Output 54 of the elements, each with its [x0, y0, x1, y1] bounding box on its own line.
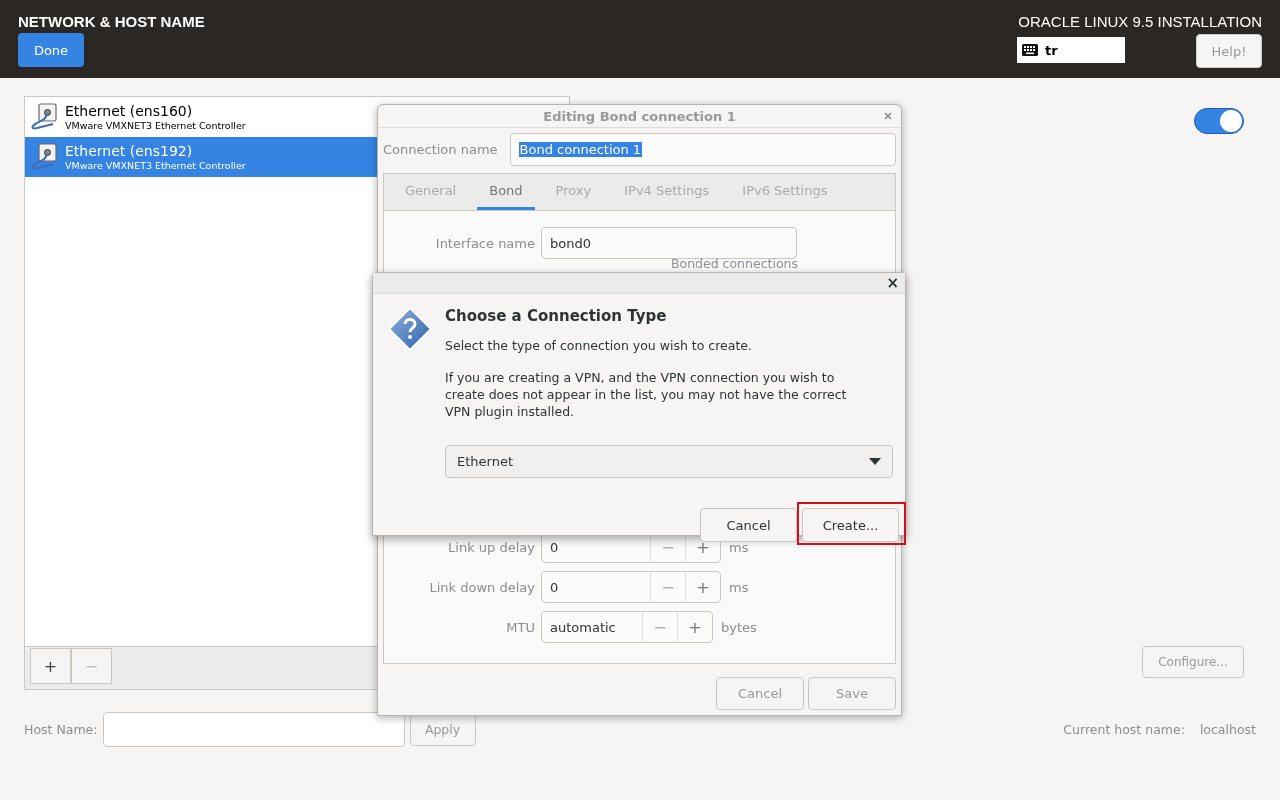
increment-button[interactable]: +: [677, 612, 712, 642]
page-title: NETWORK & HOST NAME: [18, 13, 205, 30]
keyboard-layout-field[interactable]: tr: [1017, 37, 1125, 63]
done-button[interactable]: Done: [18, 33, 84, 67]
unit-label: bytes: [721, 619, 757, 635]
device-description: VMware VMXNET3 Ethernet Controller: [65, 120, 246, 131]
keyboard-icon: [1022, 44, 1038, 56]
dialog-note: If you are creating a VPN, and the VPN connection you wish to create does not appear in the list, you may not have the correct VPN plugin installed.: [445, 369, 848, 420]
dialog-button[interactable]: Cancel: [700, 508, 797, 542]
connection-name-field[interactable]: Bond connection 1: [509, 133, 896, 166]
help-button[interactable]: Help!: [1196, 34, 1262, 68]
connection-type-dropdown[interactable]: Ethernet: [445, 445, 893, 478]
network-cable-icon: [29, 142, 59, 172]
tab[interactable]: IPv4 Settings: [612, 174, 722, 210]
device-name: Ethernet (ens160): [65, 103, 194, 120]
configure-button[interactable]: Configure...: [1142, 646, 1244, 678]
spin-field[interactable]: 0 − +: [541, 571, 721, 603]
network-cable-icon: [29, 102, 59, 132]
tab[interactable]: Bond: [477, 174, 535, 210]
current-host-name: localhost: [1199, 722, 1256, 737]
dialog-text: Select the type of connection you wish to create.: [445, 337, 753, 354]
close-button[interactable]: ×: [886, 275, 899, 291]
host-name-label: Host Name:: [24, 722, 98, 737]
unit-label: ms: [729, 579, 749, 595]
bonded-connections-heading: Bonded connections: [670, 256, 798, 271]
dialog-heading: Choose a Connection Type: [445, 307, 668, 325]
spin-field[interactable]: automatic − +: [541, 611, 713, 643]
device-toggle-switch[interactable]: [1194, 108, 1244, 134]
product-title: ORACLE LINUX 9.5 INSTALLATION: [1018, 13, 1262, 30]
interface-name-label: Interface name: [434, 235, 535, 251]
spin-label: MTU: [505, 619, 535, 635]
caret-icon: [869, 458, 881, 465]
tab[interactable]: General: [393, 174, 469, 210]
dialog-button[interactable]: Save: [808, 677, 896, 710]
add-button[interactable]: +: [30, 648, 71, 684]
device-description: VMware VMXNET3 Ethernet Controller: [65, 160, 246, 171]
device-name: Ethernet (ens192): [65, 143, 194, 160]
tab[interactable]: IPv6 Settings: [730, 174, 840, 210]
host-name-field[interactable]: [102, 712, 405, 747]
current-host-name-label: Current host name:: [1063, 722, 1185, 737]
unit-label: ms: [729, 539, 749, 555]
spin-label: Link up delay: [447, 539, 535, 555]
connection-name-label: Connection name: [383, 142, 498, 157]
dialog-button[interactable]: Create...: [802, 508, 899, 542]
decrement-button[interactable]: −: [650, 572, 685, 602]
increment-button[interactable]: +: [685, 572, 720, 602]
decrement-button[interactable]: −: [642, 612, 677, 642]
window-title: Editing Bond connection 1: [543, 108, 736, 124]
dialog-button[interactable]: Cancel: [716, 677, 804, 710]
question-icon: [388, 307, 432, 351]
tab[interactable]: Proxy: [543, 174, 604, 210]
close-icon[interactable]: [884, 112, 892, 120]
spin-label: Link down delay: [428, 579, 535, 595]
interface-name-field[interactable]: bond0: [541, 227, 797, 259]
